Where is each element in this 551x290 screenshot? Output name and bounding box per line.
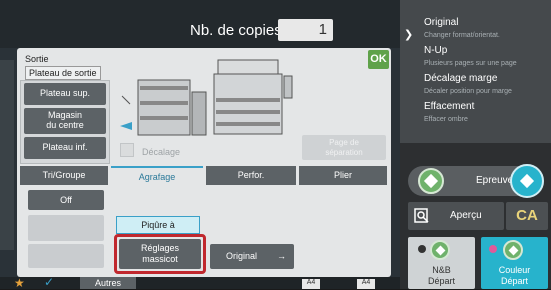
bw-line2: Départ bbox=[427, 276, 455, 286]
function-original[interactable]: Original Changer format/orientat. bbox=[424, 17, 500, 39]
function-nup-title: N-Up bbox=[424, 45, 448, 56]
saddle-stitch-button[interactable]: Piqûre à bbox=[116, 216, 200, 234]
bw-start-icon bbox=[430, 240, 450, 260]
color-line1: Couleur bbox=[498, 265, 531, 275]
bw-dot-icon bbox=[418, 245, 426, 253]
function-margin-shift-title: Décalage marge bbox=[424, 73, 498, 84]
clear-all-button[interactable]: CA bbox=[506, 202, 548, 230]
left-edge-panel bbox=[0, 60, 14, 250]
trim-settings-button[interactable]: Réglages massicot bbox=[119, 239, 201, 269]
bw-start-text: N&B Départ bbox=[408, 265, 475, 287]
color-line2: Départ bbox=[500, 276, 528, 286]
bw-line1: N&B bbox=[432, 265, 451, 275]
color-start-icon bbox=[503, 240, 523, 260]
output-tray-label: Plateau de sortie bbox=[25, 66, 101, 80]
function-original-sub: Changer format/orientat. bbox=[424, 32, 500, 39]
trim-settings-line2: massicot bbox=[142, 254, 178, 264]
tray-lower-button[interactable]: Plateau inf. bbox=[24, 137, 106, 159]
copies-label: Nb. de copies bbox=[190, 22, 282, 39]
check-icon[interactable]: ✓ bbox=[44, 275, 54, 289]
a4-indicator-1: A4 bbox=[302, 279, 320, 289]
proof-color-icon[interactable] bbox=[510, 164, 544, 198]
preview-icon bbox=[414, 208, 429, 223]
arrow-right-icon: → bbox=[277, 251, 286, 261]
ok-button[interactable]: OK bbox=[368, 50, 389, 69]
sep-page-line1: Page de bbox=[329, 138, 359, 147]
tab-sort-group[interactable]: Tri/Groupe bbox=[20, 166, 108, 185]
color-dot-icon bbox=[489, 245, 497, 253]
function-original-title: Original bbox=[424, 17, 459, 28]
others-button[interactable]: Autres bbox=[80, 277, 136, 289]
a4-indicator-2: A4 bbox=[357, 279, 375, 289]
separator-page-button[interactable]: Page de séparation bbox=[302, 135, 386, 160]
tab-stapling[interactable]: Agrafage bbox=[111, 166, 203, 185]
proof-label: Epreuve bbox=[476, 175, 514, 186]
copies-input[interactable]: 1 bbox=[278, 19, 333, 41]
staple-option-disabled-2 bbox=[28, 244, 104, 268]
bottom-bar bbox=[0, 277, 400, 289]
color-start-text: Couleur Départ bbox=[481, 265, 548, 287]
tray-center-button[interactable]: Magasin du centre bbox=[24, 108, 106, 134]
staple-option-disabled-1 bbox=[28, 215, 104, 241]
offset-checkbox[interactable] bbox=[120, 143, 134, 157]
original-label: Original bbox=[226, 251, 258, 261]
function-nup-sub: Plusieurs pages sur une page bbox=[424, 60, 517, 67]
dialog-title: Sortie bbox=[25, 54, 49, 64]
printer-illustration bbox=[120, 59, 293, 136]
function-nup[interactable]: N-Up Plusieurs pages sur une page bbox=[424, 45, 517, 67]
tab-fold[interactable]: Plier bbox=[299, 166, 387, 185]
proof-left-icon bbox=[418, 168, 444, 194]
preview-label: Aperçu bbox=[450, 210, 482, 221]
star-icon[interactable]: ★ bbox=[14, 276, 25, 290]
offset-label: Décalage bbox=[142, 147, 181, 157]
color-start-button[interactable]: Couleur Départ bbox=[481, 237, 548, 289]
original-button[interactable]: Original → bbox=[210, 244, 294, 269]
staple-off-button[interactable]: Off bbox=[28, 190, 104, 210]
tray-upper-button[interactable]: Plateau sup. bbox=[24, 83, 106, 105]
preview-button[interactable]: Aperçu bbox=[408, 202, 504, 230]
function-erase[interactable]: Effacement Effacer ombre bbox=[424, 101, 474, 123]
function-margin-shift-sub: Décaler position pour marge bbox=[424, 88, 512, 95]
function-erase-title: Effacement bbox=[424, 101, 475, 112]
function-erase-sub: Effacer ombre bbox=[424, 116, 468, 123]
expand-arrow-icon[interactable]: ❯ bbox=[404, 28, 413, 41]
bw-start-button[interactable]: N&B Départ bbox=[408, 237, 475, 289]
tray-center-line2: du centre bbox=[46, 120, 84, 130]
function-margin-shift[interactable]: Décalage marge Décaler position pour mar… bbox=[424, 73, 512, 95]
trim-settings-line1: Réglages bbox=[140, 243, 180, 253]
tab-punch[interactable]: Perfor. bbox=[206, 166, 296, 185]
sep-page-line2: séparation bbox=[325, 148, 363, 157]
